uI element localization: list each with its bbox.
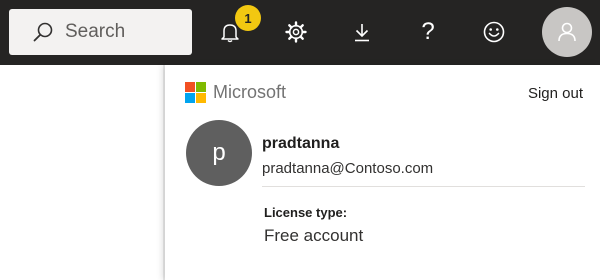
help-icon: ?	[421, 18, 435, 45]
license-type-value: Free account	[264, 226, 364, 245]
settings-button[interactable]	[274, 10, 318, 54]
logo-square-red	[185, 82, 195, 92]
logo-square-yellow	[196, 93, 206, 103]
search-box[interactable]	[9, 9, 192, 55]
gear-icon	[285, 21, 307, 43]
account-panel: Microsoft Sign out p pradtanna pradtanna…	[165, 65, 600, 280]
background-content-area	[0, 65, 163, 280]
profile-avatar: p	[186, 120, 252, 186]
smiley-icon	[483, 21, 505, 43]
license-type-label: License type:	[264, 205, 348, 220]
divider	[262, 186, 585, 187]
microsoft-logo-icon	[185, 82, 206, 103]
user-email: pradtanna@Contoso.com	[262, 160, 434, 177]
top-header-bar: 1 ?	[0, 0, 600, 65]
download-icon	[355, 24, 369, 42]
profile-avatar-initial: p	[212, 139, 226, 166]
logo-square-blue	[185, 93, 195, 103]
notification-badge: 1	[235, 5, 261, 31]
search-icon	[33, 22, 53, 42]
notifications-button[interactable]: 1	[208, 5, 261, 54]
user-avatar-icon	[558, 22, 576, 42]
search-input[interactable]	[65, 21, 175, 43]
user-display-name: pradtanna	[262, 135, 340, 152]
feedback-button[interactable]	[472, 10, 516, 54]
download-button[interactable]	[340, 10, 384, 54]
logo-square-green	[196, 82, 206, 92]
microsoft-logo: Microsoft	[185, 82, 286, 103]
sign-out-link[interactable]: Sign out	[528, 85, 583, 102]
help-button[interactable]: ?	[406, 10, 450, 54]
microsoft-logo-text: Microsoft	[213, 82, 287, 102]
account-avatar-button[interactable]	[542, 7, 592, 57]
